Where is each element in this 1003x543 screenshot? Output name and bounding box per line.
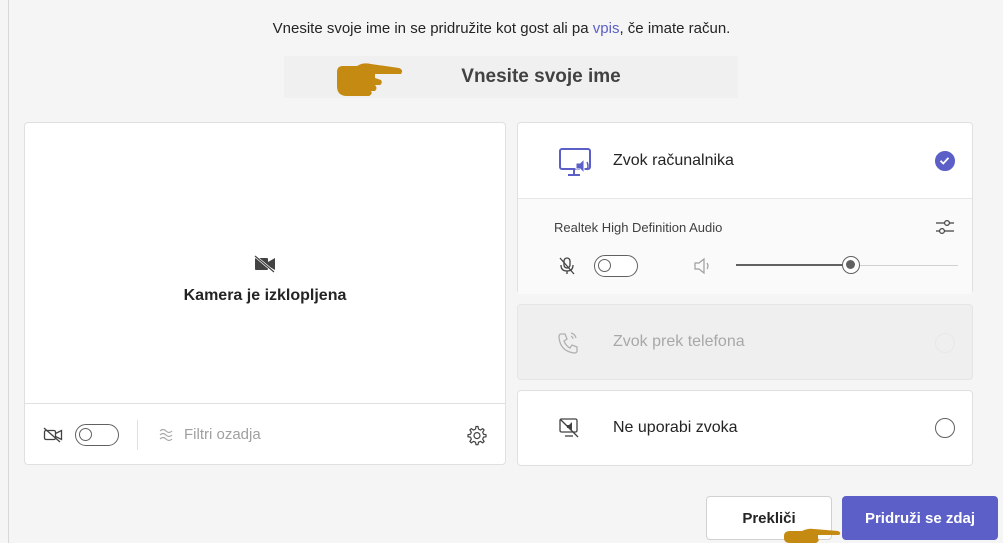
background-filters-label: Filtri ozadja [184,426,261,443]
no-audio-label: Ne uporabi zvoka [613,419,738,436]
no-audio-option[interactable]: Ne uporabi zvoka [517,390,973,466]
microphone-toggle[interactable] [594,255,638,277]
audio-device-name: Realtek High Definition Audio [554,220,723,235]
no-audio-radio[interactable] [935,418,955,438]
speaker-icon [694,257,709,275]
intro-text: Vnesite svoje ime in se pridružite kot g… [0,20,1003,37]
phone-audio-option: Zvok prek telefona [517,304,973,380]
camera-toolbar: Filtri ozadja [25,403,505,465]
computer-audio-settings: Realtek High Definition Audio [518,199,972,294]
computer-audio-header[interactable]: Zvok računalnika [518,123,972,199]
intro-text-after: , če imate račun. [619,20,731,37]
camera-preview-panel: Kamera je izklopljena Filtri ozadja [24,122,506,465]
name-input[interactable] [411,66,671,88]
phone-audio-label: Zvok prek telefona [613,333,745,350]
pointing-hand-icon [337,63,403,96]
sign-in-link[interactable]: vpis [593,20,620,37]
sliders-icon[interactable] [934,217,956,237]
camera-off-icon [254,255,275,273]
phone-audio-icon [558,332,578,354]
camera-off-label: Kamera je izklopljena [183,287,347,304]
computer-audio-radio[interactable] [935,151,955,171]
background-filters-button[interactable]: Filtri ozadja [158,426,261,443]
volume-slider[interactable] [736,256,958,274]
no-audio-icon [559,418,579,438]
pointing-hand-icon [784,528,841,543]
phone-audio-radio [935,333,955,353]
computer-audio-icon [559,148,591,176]
intro-text-before: Vnesite svoje ime in se pridružite kot g… [272,20,593,37]
camera-toggle[interactable] [75,423,119,446]
join-now-button[interactable]: Pridruži se zdaj [842,496,998,540]
camera-toggle-icon [43,427,63,442]
computer-audio-option[interactable]: Zvok računalnika Realtek High Definition… [517,122,973,294]
check-icon [939,157,950,165]
background-filters-icon [159,428,173,441]
mic-off-icon [559,257,575,275]
computer-audio-label: Zvok računalnika [613,151,734,169]
gear-icon[interactable] [465,424,487,446]
volume-slider-fill [736,264,852,266]
camera-preview: Kamera je izklopljena [25,123,505,403]
toolbar-divider [137,419,138,450]
volume-slider-thumb[interactable] [842,256,861,274]
